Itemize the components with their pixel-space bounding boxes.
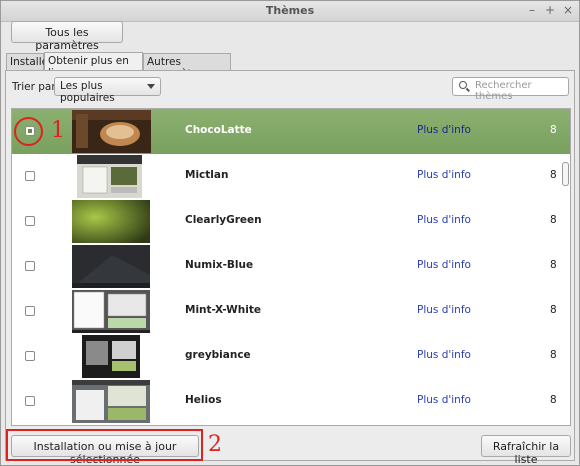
list-item[interactable]: Mint-X-White Plus d'info 8 [12, 289, 570, 334]
theme-score: 8 [550, 169, 557, 181]
theme-name: Helios [185, 394, 222, 406]
more-info-link[interactable]: Plus d'info [417, 259, 471, 271]
titlebar[interactable]: Thèmes – + × [1, 1, 579, 22]
tab-installed[interactable]: Installé [6, 53, 48, 70]
theme-score: 8 [550, 124, 557, 136]
sort-label: Trier par [12, 81, 56, 93]
theme-preview-image [72, 290, 150, 333]
theme-score: 8 [550, 214, 557, 226]
theme-list[interactable]: ChocoLatte Plus d'info 8 Mictlan Plus d'… [11, 108, 571, 426]
theme-checkbox[interactable] [25, 216, 35, 226]
theme-score: 8 [550, 349, 557, 361]
theme-checkbox[interactable] [25, 351, 35, 361]
theme-name: Numix-Blue [185, 259, 254, 271]
annotation-box [6, 429, 203, 461]
theme-score: 8 [550, 394, 557, 406]
theme-name: Mictlan [185, 169, 229, 181]
list-item[interactable]: Helios Plus d'info 8 [12, 379, 570, 424]
list-item[interactable]: Numix-Blue Plus d'info 8 [12, 244, 570, 289]
tab-get-more-online[interactable]: Obtenir plus en ligne [44, 52, 143, 79]
scrollbar-thumb[interactable] [562, 162, 569, 186]
more-info-link[interactable]: Plus d'info [417, 349, 471, 361]
theme-score: 8 [550, 259, 557, 271]
annotation-number-2: 2 [208, 432, 222, 457]
all-settings-button[interactable]: Tous les paramètres [11, 21, 123, 52]
window-title: Thèmes [265, 4, 315, 17]
theme-preview-image [72, 200, 150, 243]
theme-checkbox[interactable] [25, 171, 35, 181]
refresh-list-button[interactable]: Rafraîchir la liste [481, 435, 571, 466]
theme-name: ClearlyGreen [185, 214, 262, 226]
theme-score: 8 [550, 304, 557, 316]
theme-checkbox[interactable] [25, 396, 35, 406]
list-item[interactable]: greybiance Plus d'info 8 [12, 334, 570, 379]
theme-preview-image [72, 245, 150, 288]
tab-other-settings[interactable]: Autres paramètres [143, 53, 231, 80]
theme-preview-image [77, 155, 142, 198]
more-info-link[interactable]: Plus d'info [417, 304, 471, 316]
list-item[interactable]: ChocoLatte Plus d'info 8 [12, 109, 570, 154]
maximize-button[interactable]: + [543, 3, 557, 17]
minimize-button[interactable]: – [525, 3, 539, 17]
theme-preview-image [82, 335, 140, 378]
theme-checkbox[interactable] [25, 306, 35, 316]
annotation-number-1: 1 [51, 118, 65, 143]
list-item[interactable]: Mictlan Plus d'info 8 [12, 154, 570, 199]
list-scrollbar[interactable] [560, 110, 569, 425]
theme-checkbox[interactable] [25, 261, 35, 271]
annotation-circle [14, 117, 43, 146]
more-info-link[interactable]: Plus d'info [417, 214, 471, 226]
theme-name: ChocoLatte [185, 124, 252, 136]
chevron-down-icon [147, 84, 155, 89]
close-button[interactable]: × [561, 3, 575, 17]
theme-preview-image [72, 110, 151, 153]
theme-name: greybiance [185, 349, 251, 361]
themes-window: Thèmes – + × Tous les paramètres Install… [0, 0, 580, 466]
theme-preview-image [72, 380, 150, 423]
more-info-link[interactable]: Plus d'info [417, 169, 471, 181]
sort-dropdown[interactable]: Les plus populaires [54, 77, 161, 104]
list-item[interactable]: ClearlyGreen Plus d'info 8 [12, 199, 570, 244]
more-info-link[interactable]: Plus d'info [417, 124, 471, 136]
sort-selected-value: Les plus populaires [60, 80, 115, 104]
more-info-link[interactable]: Plus d'info [417, 394, 471, 406]
search-icon [452, 77, 472, 96]
theme-name: Mint-X-White [185, 304, 261, 316]
